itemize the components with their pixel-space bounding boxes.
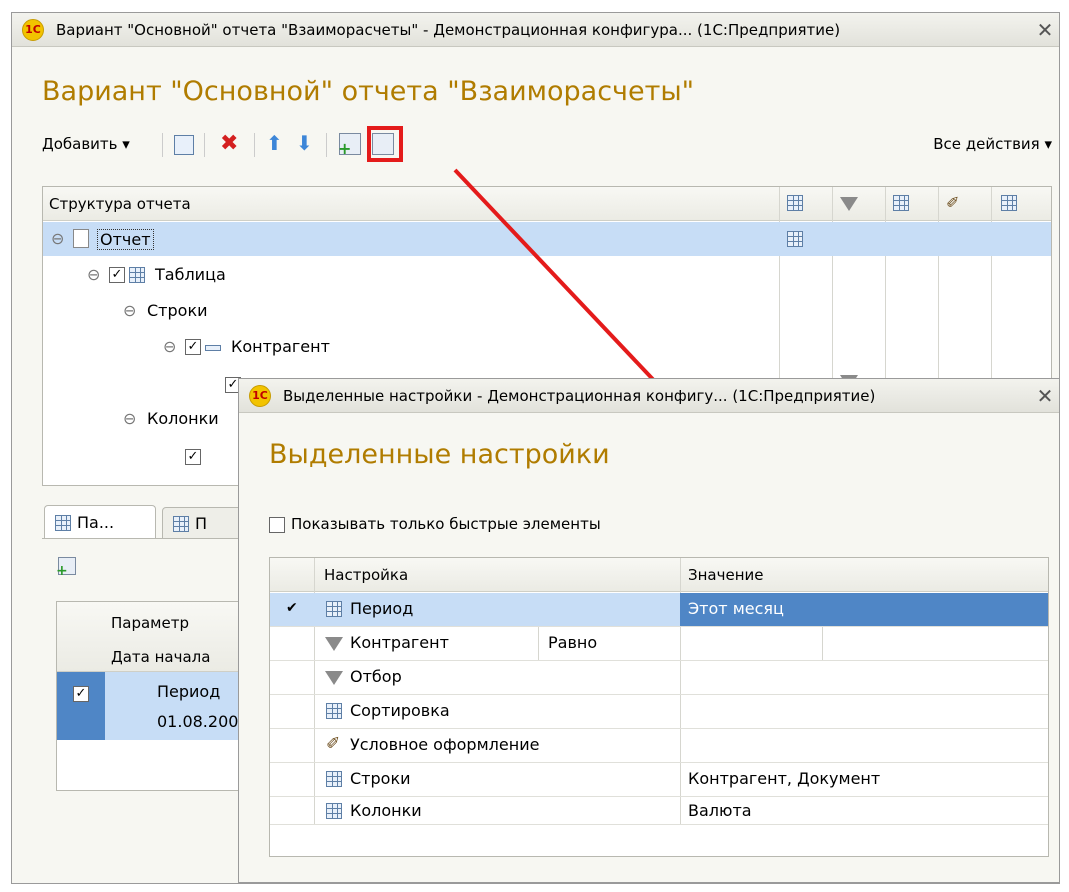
column-header-parameter: Параметр: [111, 614, 189, 632]
document-icon: [73, 229, 89, 248]
setting-name[interactable]: Условное оформление: [350, 735, 539, 754]
period-icon: [326, 601, 342, 617]
dialog-title: Выделенные настройки - Демонстрационная …: [283, 386, 876, 405]
tab-label: П: [195, 514, 208, 533]
delete-icon[interactable]: ✖: [220, 131, 238, 156]
tree-row-selected[interactable]: [43, 222, 1051, 256]
grouping-column-icon: [787, 195, 803, 211]
setting-value[interactable]: Валюта: [688, 801, 752, 820]
setting-name[interactable]: Контрагент: [350, 633, 449, 652]
dialog-title-bar: 1C Выделенные настройки - Демонстрационн…: [239, 379, 1059, 413]
toolbar-separator: [254, 133, 255, 157]
setting-name[interactable]: Отбор: [350, 667, 402, 686]
move-up-icon[interactable]: ⬆: [266, 131, 283, 155]
checkbox[interactable]: ✓: [109, 267, 125, 283]
setting-value[interactable]: Контрагент, Документ: [688, 769, 880, 788]
setting-name[interactable]: Сортировка: [350, 701, 450, 720]
tree-item-label[interactable]: Таблица: [155, 265, 226, 284]
filter-icon: [325, 671, 343, 685]
page-title: Вариант "Основной" отчета "Взаиморасчеты…: [42, 76, 695, 107]
collapse-icon[interactable]: ⊖: [87, 265, 100, 284]
row-check-mark: ✔: [286, 600, 298, 616]
column-header-setting: Настройка: [324, 566, 409, 584]
collapse-icon[interactable]: ⊖: [123, 409, 136, 428]
checkbox[interactable]: ✓: [185, 449, 201, 465]
tab-parameters[interactable]: Па...: [44, 505, 156, 539]
conditional-format-column-icon: ✐: [946, 193, 960, 212]
table-icon: [129, 267, 145, 283]
parameter-name: Период: [157, 682, 221, 701]
conditional-format-icon: ✐: [326, 734, 341, 754]
toolbar-separator: [162, 133, 163, 157]
app-logo-icon: 1C: [249, 384, 271, 407]
row-divider: [270, 824, 1048, 825]
row-divider: [270, 694, 1048, 695]
structure-header-label: Структура отчета: [49, 195, 191, 213]
tree-item-label[interactable]: Строки: [147, 301, 208, 320]
filter-column-icon: [840, 197, 858, 211]
structure-grid-header: Структура отчета ✐: [43, 187, 1051, 221]
app-logo-icon: 1C: [22, 18, 44, 41]
collapse-icon[interactable]: ⊖: [163, 337, 176, 356]
row-divider: [270, 728, 1048, 729]
tree-item-label[interactable]: Контрагент: [231, 337, 330, 356]
tab-icon: [173, 516, 189, 532]
checkbox[interactable]: ✓: [73, 686, 89, 702]
element-settings-icon[interactable]: +: [338, 133, 361, 158]
show-fast-only-checkbox[interactable]: [269, 517, 285, 533]
tree-item-label[interactable]: Колонки: [147, 409, 219, 428]
row-divider: [270, 796, 1048, 797]
setting-condition[interactable]: Равно: [548, 633, 597, 652]
close-icon[interactable]: ✕: [1031, 384, 1059, 408]
tab-label: Па...: [77, 513, 115, 532]
column-divider: [538, 626, 539, 660]
close-icon[interactable]: ✕: [1031, 18, 1059, 42]
add-parameter-icon[interactable]: +: [56, 557, 76, 579]
row-divider: [270, 762, 1048, 763]
main-title-bar: 1C Вариант "Основной" отчета "Взаиморасч…: [12, 13, 1059, 47]
toolbar-separator: [204, 133, 205, 157]
collapse-icon[interactable]: ⊖: [123, 301, 136, 320]
add-button[interactable]: Добавить ▾: [42, 135, 130, 153]
grid-icon: [326, 803, 342, 819]
selected-settings-dialog: 1C Выделенные настройки - Демонстрационн…: [238, 378, 1060, 883]
all-actions-button[interactable]: Все действия ▾: [933, 135, 1052, 153]
setting-name[interactable]: Колонки: [350, 801, 422, 820]
settings-table-header: Настройка Значение: [270, 558, 1048, 592]
settings-table: Настройка Значение ✔ Период Этот месяц К…: [269, 557, 1049, 857]
main-window-title: Вариант "Основной" отчета "Взаиморасчеты…: [56, 20, 841, 39]
column-divider: [822, 626, 823, 660]
row-divider: [270, 626, 1048, 627]
grid-icon: [326, 771, 342, 787]
setting-name[interactable]: Строки: [350, 769, 411, 788]
filter-icon: [325, 637, 343, 651]
parameter-date: 01.08.200: [157, 712, 239, 731]
selected-row[interactable]: [57, 672, 105, 740]
column-header-start-date: Дата начала: [111, 648, 211, 666]
sort-column-icon: [893, 195, 909, 211]
add-grouping-icon[interactable]: [174, 135, 194, 155]
checkbox[interactable]: ✓: [185, 339, 201, 355]
grouping-icon: [787, 231, 803, 247]
setting-name[interactable]: Период: [350, 599, 413, 618]
show-fast-only-label: Показывать только быстрые элементы: [291, 515, 601, 533]
tree-item-label[interactable]: Отчет: [97, 229, 154, 250]
row-divider: [270, 660, 1048, 661]
collapse-icon[interactable]: ⊖: [51, 229, 64, 248]
toolbar-separator: [326, 133, 327, 157]
dialog-heading: Выделенные настройки: [269, 439, 610, 470]
move-down-icon[interactable]: ⬇: [296, 131, 313, 155]
sort-icon: [326, 703, 342, 719]
column-header-value: Значение: [688, 566, 764, 584]
setting-value[interactable]: Этот месяц: [688, 599, 784, 618]
highlight-box: [367, 126, 403, 162]
settings-column-icon: [1001, 195, 1017, 211]
parameters-icon: [55, 515, 71, 531]
grouping-field-icon: [205, 345, 221, 351]
toolbar: Добавить ▾ ✖ ⬆ ⬇ + Все действия ▾: [42, 131, 1052, 161]
